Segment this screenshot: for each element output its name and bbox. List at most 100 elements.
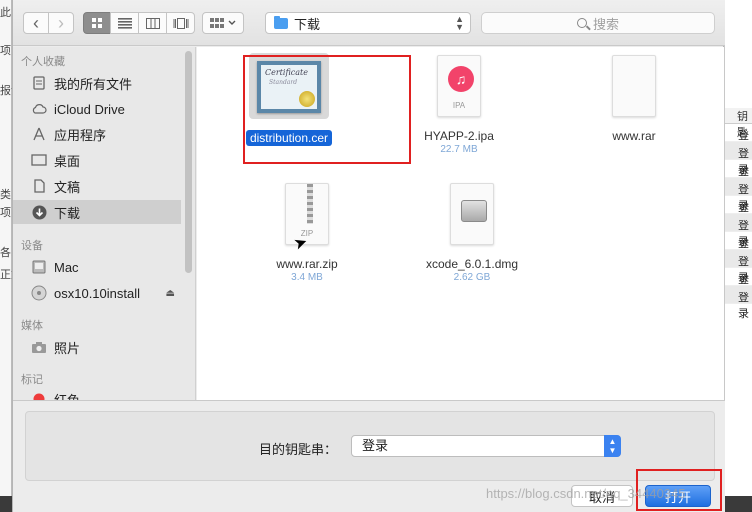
document-shape bbox=[612, 55, 656, 117]
red-tag-icon bbox=[31, 391, 47, 400]
zip-file-icon: ZIP bbox=[279, 183, 335, 249]
search-placeholder: 搜索 bbox=[592, 16, 619, 32]
sidebar-section-tags: 标记 bbox=[21, 374, 43, 386]
arrange-menu-button[interactable] bbox=[202, 12, 244, 34]
computer-icon bbox=[31, 259, 47, 275]
sidebar: 个人收藏 我的所有文件 iCloud Drive 应用程序 桌面 文稿 下载 设… bbox=[13, 47, 196, 400]
column-view-button[interactable] bbox=[138, 12, 167, 34]
file-item-hyapp-ipa[interactable]: ♫ IPA HYAPP-2.ipa 22.7 MB bbox=[394, 55, 524, 155]
file-item-www-rar[interactable]: www.rar bbox=[569, 55, 699, 143]
file-size: 3.4 MB bbox=[291, 272, 323, 283]
sidebar-item-label: 应用程序 bbox=[54, 127, 107, 143]
background-text: 项目 bbox=[0, 45, 12, 57]
documents-icon bbox=[31, 178, 47, 194]
file-name: HYAPP-2.ipa bbox=[424, 129, 494, 143]
file-name: www.rar bbox=[612, 129, 656, 143]
table-cell: 登录 bbox=[725, 286, 752, 320]
file-item-xcode-dmg[interactable]: xcode_6.0.1.dmg 2.62 GB bbox=[407, 183, 537, 283]
arrange-grid-icon bbox=[210, 18, 224, 28]
sidebar-item-all-files[interactable]: 我的所有文件 bbox=[13, 71, 181, 95]
file-size: 2.62 GB bbox=[453, 272, 491, 283]
all-files-icon bbox=[31, 75, 47, 91]
applications-icon bbox=[31, 126, 47, 142]
annotation-highlight-box bbox=[243, 55, 411, 164]
watermark-text: https://blog.csdn.net/qq_34440345 bbox=[486, 486, 686, 501]
background-text: 各乙 bbox=[0, 247, 12, 259]
ipa-file-icon: ♫ IPA bbox=[431, 55, 487, 121]
sidebar-item-label: 红色 bbox=[54, 392, 81, 401]
sidebar-section-media: 媒体 bbox=[21, 320, 43, 332]
background-keychain-table: 钥匙 登录 登录 登录 登录 登录 登录 登录 登录 登录 登录 bbox=[724, 0, 752, 512]
background-window-left-edge: 此电 项目 报记 类 项目 各乙 正式 bbox=[0, 0, 12, 512]
camera-icon bbox=[31, 339, 47, 355]
column-header: 钥匙 bbox=[725, 108, 752, 139]
background-text: 报记 bbox=[0, 85, 12, 97]
forward-button[interactable]: › bbox=[48, 12, 74, 34]
sidebar-item-label: 我的所有文件 bbox=[54, 76, 133, 92]
chevron-down-icon bbox=[228, 20, 236, 25]
icon-grid-icon bbox=[92, 18, 102, 28]
sidebar-item-red-tag[interactable]: 红色 bbox=[13, 387, 181, 400]
sidebar-item-label: iCloud Drive bbox=[54, 101, 125, 117]
document-shape: ♫ IPA bbox=[437, 55, 481, 117]
rar-file-icon bbox=[606, 55, 662, 121]
coverflow-view-button[interactable] bbox=[166, 12, 195, 34]
list-view-button[interactable] bbox=[110, 12, 139, 34]
chevron-right-icon: › bbox=[58, 13, 64, 33]
sidebar-item-osx-install[interactable]: osx10.10install ⏏ bbox=[13, 281, 181, 305]
list-icon bbox=[117, 17, 132, 29]
background-text: 类 bbox=[0, 189, 11, 201]
table-cell: 登录 bbox=[725, 142, 752, 176]
up-down-chevron-icon: ▲ ▼ bbox=[455, 14, 464, 32]
location-popup[interactable]: 下载 ▲ ▼ bbox=[265, 12, 471, 34]
sidebar-item-applications[interactable]: 应用程序 bbox=[13, 122, 181, 146]
sidebar-item-photos[interactable]: 照片 bbox=[13, 335, 181, 359]
table-cell: 登录 bbox=[725, 232, 752, 266]
cloud-icon bbox=[31, 101, 47, 117]
sidebar-scrollbar[interactable] bbox=[185, 51, 192, 273]
eject-icon[interactable]: ⏏ bbox=[166, 288, 175, 299]
chevron-left-icon: ‹ bbox=[33, 13, 39, 33]
back-button[interactable]: ‹ bbox=[23, 12, 49, 34]
sidebar-item-mac[interactable]: Mac bbox=[13, 255, 181, 279]
downloads-icon bbox=[31, 204, 47, 220]
table-cell: 登录 bbox=[725, 124, 752, 158]
sidebar-item-downloads[interactable]: 下载 bbox=[13, 200, 181, 224]
location-label: 下载 bbox=[294, 16, 321, 32]
document-shape bbox=[450, 183, 494, 245]
open-file-dialog: ‹ › 下载 ▲ ▼ 搜索 个人收藏 我的所有文件 iCloud Drive 应… bbox=[12, 0, 725, 512]
disk-icon bbox=[31, 285, 47, 301]
dmg-file-icon bbox=[444, 183, 500, 249]
table-cell: 登录 bbox=[725, 214, 752, 248]
search-icon bbox=[576, 18, 587, 28]
keychain-value: 登录 bbox=[362, 438, 389, 453]
zipper-icon bbox=[307, 184, 313, 224]
sidebar-section-devices: 设备 bbox=[21, 240, 43, 252]
table-cell: 登录 bbox=[725, 268, 752, 302]
search-field[interactable]: 搜索 bbox=[481, 12, 715, 34]
file-browser: Certificate Standard distribution.cer ♫ … bbox=[197, 47, 724, 400]
sidebar-item-desktop[interactable]: 桌面 bbox=[13, 148, 181, 172]
folder-icon bbox=[274, 15, 288, 29]
file-name: www.rar.zip bbox=[276, 257, 338, 271]
file-name: xcode_6.0.1.dmg bbox=[425, 257, 519, 271]
sidebar-section-favorites: 个人收藏 bbox=[21, 56, 65, 68]
toolbar: ‹ › 下载 ▲ ▼ 搜索 bbox=[13, 0, 725, 46]
sidebar-item-documents[interactable]: 文稿 bbox=[13, 174, 181, 198]
table-cell: 登录 bbox=[725, 250, 752, 284]
background-text: 正式 bbox=[0, 269, 12, 281]
table-cell: 登录 bbox=[725, 160, 752, 194]
columns-icon bbox=[145, 17, 160, 29]
background-text: 此电 bbox=[0, 7, 12, 19]
file-item-www-rar-zip[interactable]: ZIP www.rar.zip 3.4 MB bbox=[242, 183, 372, 283]
music-note-icon: ♫ bbox=[448, 66, 474, 92]
file-size: 22.7 MB bbox=[440, 144, 478, 155]
background-text: 项目 bbox=[0, 207, 12, 219]
keychain-select[interactable]: 登录 ▲ ▼ bbox=[351, 435, 621, 457]
table-cell: 登录 bbox=[725, 178, 752, 212]
sidebar-item-label: osx10.10install bbox=[54, 285, 140, 301]
file-type-tag: IPA bbox=[452, 101, 466, 110]
icon-view-button[interactable] bbox=[83, 12, 111, 34]
up-down-chevron-icon: ▲ ▼ bbox=[604, 435, 621, 457]
sidebar-item-icloud-drive[interactable]: iCloud Drive bbox=[13, 97, 181, 121]
